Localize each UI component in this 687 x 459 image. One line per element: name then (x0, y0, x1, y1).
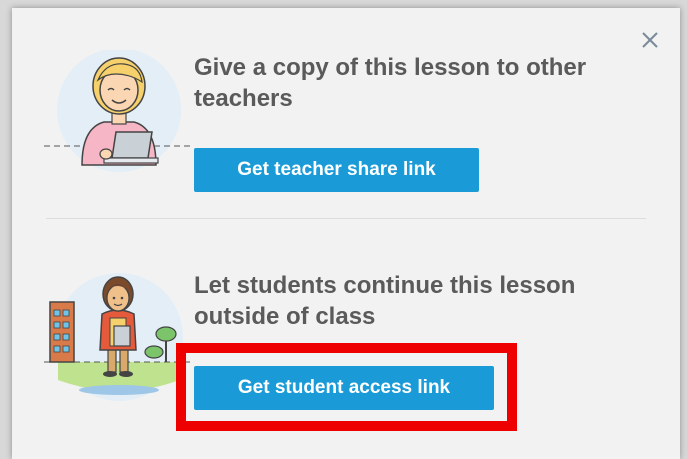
get-teacher-share-link-button[interactable]: Get teacher share link (194, 148, 479, 192)
teacher-section-heading: Give a copy of this lesson to other teac… (194, 54, 587, 112)
student-outdoors-illustration (44, 273, 194, 401)
get-student-access-link-button[interactable]: Get student access link (194, 366, 494, 410)
teacher-with-laptop-illustration (44, 50, 194, 172)
section-divider (46, 218, 646, 219)
student-section-heading: Let students continue this lesson outsid… (194, 272, 576, 330)
student-access-section: Let students continue this lesson outsid… (12, 220, 680, 459)
teacher-share-section: Give a copy of this lesson to other teac… (12, 8, 680, 218)
share-lesson-dialog: Give a copy of this lesson to other teac… (12, 8, 680, 459)
